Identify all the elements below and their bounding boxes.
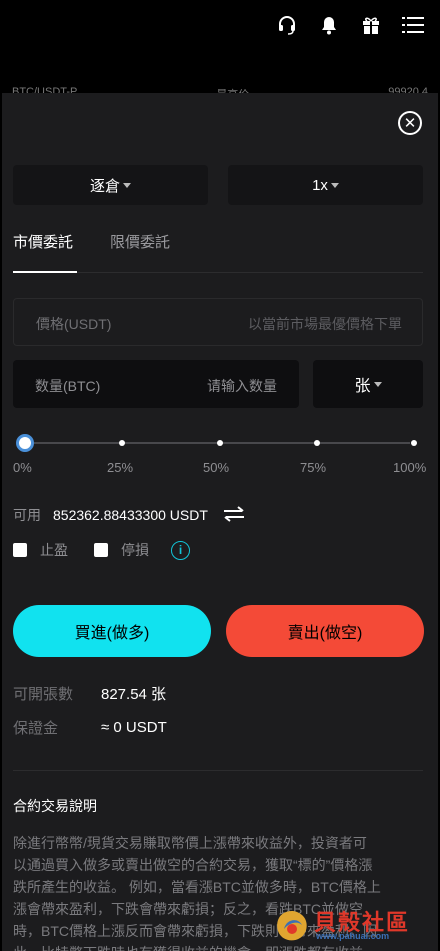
selector-row: 逐倉 1x: [13, 165, 423, 205]
order-sheet: ✕ 逐倉 1x 市價委託 限價委託 價格(USDT) 以當前市場最優價格下單 数…: [2, 93, 438, 951]
menu-icon[interactable]: [402, 14, 424, 36]
slider-stop-50[interactable]: [217, 440, 223, 446]
watermark-url: www.pahuai.com: [316, 931, 390, 941]
price-placeholder: 以當前市場最優價格下單: [248, 316, 402, 332]
take-profit-label: 止盈: [40, 542, 68, 558]
top-bar: BTC/USDT-P 最高价 99920.4: [0, 0, 440, 98]
sell-short-button[interactable]: 賣出(做空): [226, 605, 424, 657]
site-watermark: 貝殼社區 www.pahuai.com: [272, 905, 432, 947]
margin-value: ≈ 0 USDT: [101, 718, 167, 736]
slider-handle[interactable]: [16, 434, 34, 452]
order-type-tabs: 市價委託 限價委託: [13, 231, 423, 273]
close-icon[interactable]: ✕: [398, 111, 422, 135]
gift-icon[interactable]: [360, 14, 382, 36]
stop-loss-label: 停損: [121, 542, 149, 558]
watermark-logo: [277, 911, 307, 941]
chevron-down-icon: [123, 182, 131, 188]
price-label: 價格(USDT): [36, 316, 112, 332]
tab-limit-order[interactable]: 限價委託: [110, 231, 170, 252]
margin-mode-label: 逐倉: [89, 177, 120, 195]
slider-stop-75[interactable]: [314, 440, 320, 446]
quantity-label: 数量(BTC): [35, 378, 101, 394]
tick-label: 100%: [393, 460, 427, 475]
tab-market-order[interactable]: 市價委託: [13, 231, 73, 252]
header-icons: [276, 14, 424, 36]
bell-icon[interactable]: [318, 14, 340, 36]
transfer-icon[interactable]: [222, 505, 246, 525]
unit-label: 张: [354, 378, 371, 395]
quantity-placeholder: 请输入数量: [207, 378, 277, 394]
available-label: 可用: [13, 507, 41, 523]
margin-mode-select[interactable]: 逐倉: [13, 165, 208, 205]
available-value: 852362.88433300 USDT: [53, 507, 208, 523]
chevron-down-icon: [373, 381, 382, 387]
description-line: 除進行幣幣/現貨交易賺取幣價上漲帶來收益外，投資者可: [13, 835, 367, 851]
quantity-field[interactable]: 数量(BTC) 请输入数量: [13, 360, 299, 408]
active-tab-indicator: [13, 271, 77, 273]
slider-track: [22, 442, 410, 444]
description-line: 以通過買入做多或賣出做空的合約交易，獲取“標的”價格漲: [13, 857, 373, 873]
amount-slider[interactable]: [16, 434, 417, 452]
leverage-label: 1x: [312, 176, 328, 194]
available-balance: 可用 852362.88433300 USDT: [13, 505, 246, 525]
tick-label: 25%: [107, 460, 134, 475]
section-divider: [13, 770, 423, 771]
unit-select[interactable]: 张: [313, 360, 423, 408]
tick-label: 50%: [203, 460, 230, 475]
description-line: 跌所產生的收益。 例如，當看漲BTC並做多時，BTC價格上: [13, 879, 381, 895]
headset-icon[interactable]: [276, 14, 298, 36]
slider-ticks: 0% 25% 50% 75% 100%: [2, 460, 438, 476]
tick-label: 75%: [300, 460, 327, 475]
info-icon[interactable]: i: [171, 540, 190, 560]
description-title: 合約交易說明: [13, 798, 97, 814]
price-field[interactable]: 價格(USDT) 以當前市場最優價格下單: [13, 298, 423, 346]
buy-long-button[interactable]: 買進(做多): [13, 605, 211, 657]
openable-contracts: 可開張數 827.54 张: [13, 683, 166, 703]
openable-value: 827.54 张: [101, 685, 167, 703]
openable-label: 可開張數: [13, 685, 74, 703]
leverage-select[interactable]: 1x: [228, 165, 423, 205]
slider-stop-100[interactable]: [411, 440, 417, 446]
margin-label: 保證金: [13, 719, 59, 737]
take-profit-checkbox[interactable]: [13, 543, 27, 557]
margin-required: 保證金 ≈ 0 USDT: [13, 717, 167, 737]
stop-loss-checkbox[interactable]: [94, 543, 108, 557]
order-options: 止盈 停損 i: [13, 539, 190, 561]
tick-label: 0%: [13, 460, 32, 475]
slider-stop-25[interactable]: [119, 440, 125, 446]
chevron-down-icon: [330, 182, 339, 188]
